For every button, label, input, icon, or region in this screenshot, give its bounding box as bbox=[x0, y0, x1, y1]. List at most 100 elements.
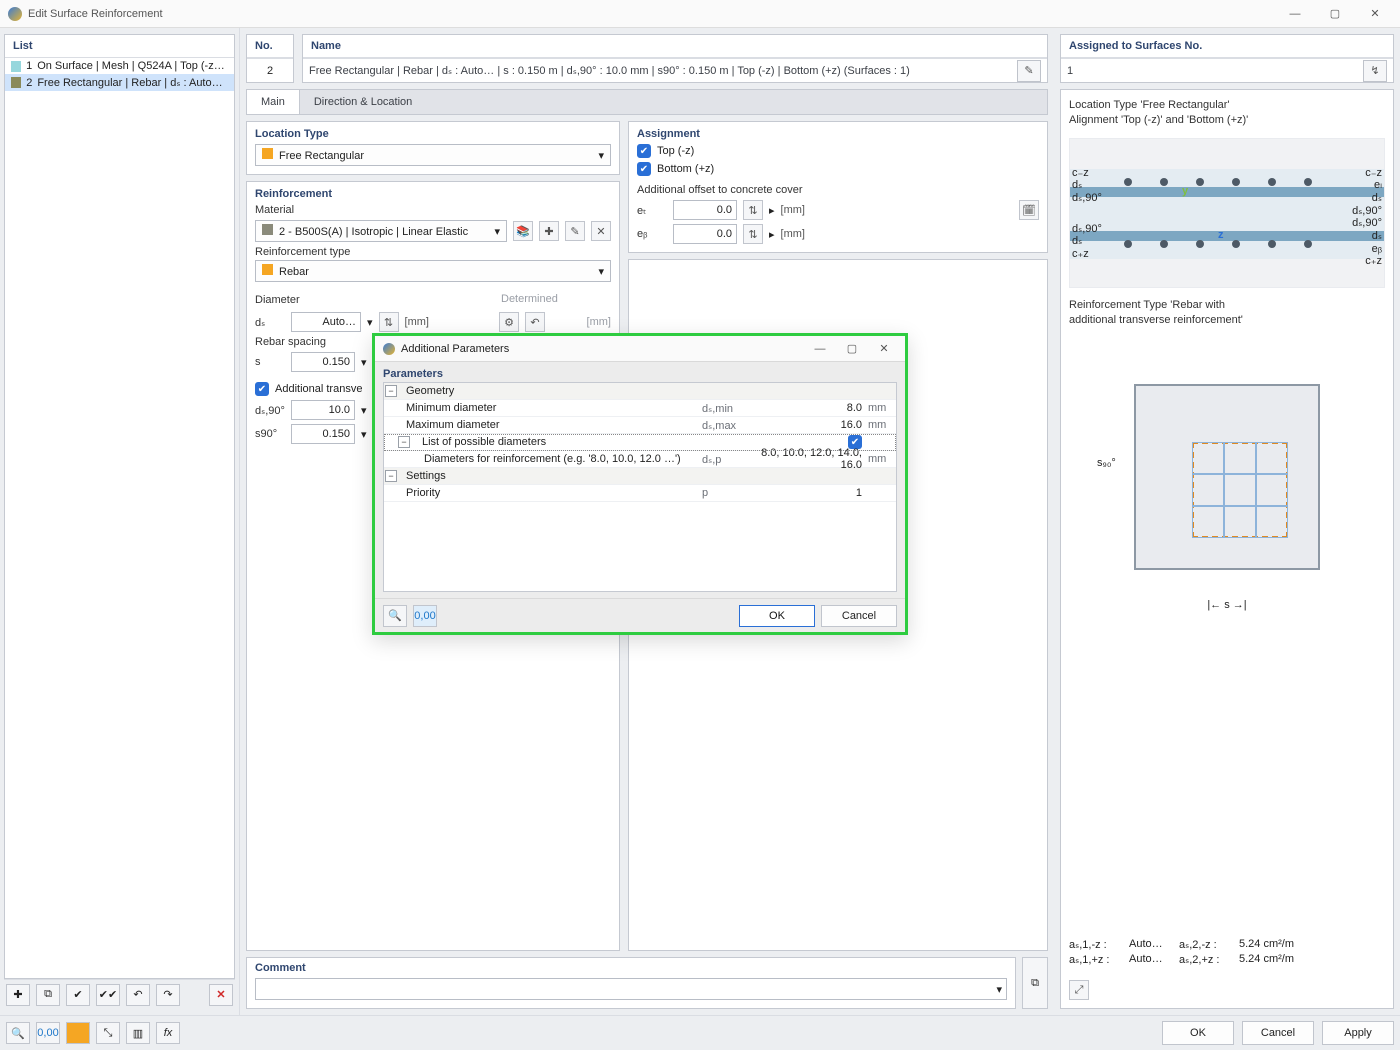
chevron-down-icon[interactable]: ▾ bbox=[361, 428, 367, 441]
apply-button[interactable]: Apply bbox=[1322, 1021, 1394, 1045]
row-diameters: Diameters for reinforcement (e.g. '8.0, … bbox=[384, 453, 702, 465]
stepper-icon[interactable]: ⇅ bbox=[743, 224, 763, 244]
collapse-icon[interactable]: − bbox=[398, 436, 410, 448]
new-icon[interactable]: ✚ bbox=[6, 984, 30, 1006]
list-index: 2 bbox=[26, 77, 32, 89]
tab-direction[interactable]: Direction & Location bbox=[300, 90, 426, 114]
undo-icon[interactable]: ↶ bbox=[126, 984, 150, 1006]
dialog-titlebar: Additional Parameters — ▢ ✕ bbox=[375, 336, 905, 362]
unit-mm: [mm] bbox=[551, 316, 611, 328]
color-icon[interactable] bbox=[66, 1022, 90, 1044]
s-input[interactable]: 0.150 bbox=[291, 352, 355, 372]
checkall-icon[interactable]: ✔✔ bbox=[96, 984, 120, 1006]
assigned-surfaces-value[interactable]: 1 bbox=[1067, 65, 1359, 77]
diameter-label: Diameter bbox=[255, 294, 495, 306]
checkbox-on-icon: ✔ bbox=[255, 382, 269, 396]
close-button[interactable]: ✕ bbox=[1358, 3, 1392, 25]
additional-params-icon[interactable]: ⚙ bbox=[499, 312, 519, 332]
no-value: 2 bbox=[247, 58, 293, 82]
preview-note-1: Location Type 'Free Rectangular'Alignmen… bbox=[1069, 98, 1385, 128]
reset-icon[interactable]: ↶ bbox=[525, 312, 545, 332]
axes-icon[interactable]: ⤡ bbox=[96, 1022, 120, 1044]
app-icon bbox=[8, 7, 22, 21]
location-type-select[interactable]: Free Rectangular ▾ bbox=[255, 144, 611, 166]
lbl-cmz: c₋z bbox=[1072, 167, 1102, 180]
pick-surface-icon[interactable]: ↯ bbox=[1363, 60, 1387, 82]
dialog-title: Additional Parameters bbox=[401, 343, 509, 355]
material-value: 2 - B500S(A) | Isotropic | Linear Elasti… bbox=[279, 226, 468, 238]
dialog-cancel-button[interactable]: Cancel bbox=[821, 605, 897, 627]
preview-icon[interactable]: 🗓 bbox=[1019, 200, 1039, 220]
min-d-value[interactable]: 8.0 bbox=[748, 402, 868, 414]
ds-value: Auto… bbox=[322, 316, 356, 328]
material-select[interactable]: 2 - B500S(A) | Isotropic | Linear Elasti… bbox=[255, 220, 507, 242]
preview-box: Location Type 'Free Rectangular'Alignmen… bbox=[1060, 89, 1394, 1009]
et-value: 0.0 bbox=[717, 204, 732, 216]
view-icon[interactable]: ▥ bbox=[126, 1022, 150, 1044]
collapse-icon[interactable]: − bbox=[385, 470, 397, 482]
minimize-button[interactable]: — bbox=[1278, 3, 1312, 25]
lbl-s90: s₉₀° bbox=[1097, 457, 1116, 469]
ds-input[interactable]: Auto… bbox=[291, 312, 361, 332]
list-toolbar: ✚ ⧉ ✔ ✔✔ ↶ ↷ ✕ bbox=[4, 979, 235, 1009]
redo-icon[interactable]: ↷ bbox=[156, 984, 180, 1006]
list-header: List bbox=[5, 35, 234, 58]
color-swatch-icon bbox=[11, 77, 21, 88]
chevron-down-icon: ▾ bbox=[598, 149, 604, 162]
priority-value[interactable]: 1 bbox=[748, 487, 868, 499]
edit-name-icon[interactable]: ✎ bbox=[1017, 60, 1041, 82]
library-icon[interactable]: 📚 bbox=[513, 221, 533, 241]
stats-icon[interactable]: ⤢ bbox=[1069, 980, 1089, 1000]
dialog-minimize-button[interactable]: — bbox=[807, 340, 833, 358]
app-icon bbox=[383, 343, 395, 355]
chevron-down-icon[interactable]: ▾ bbox=[361, 404, 367, 417]
check-icon[interactable]: ✔ bbox=[66, 984, 90, 1006]
group-settings: Settings bbox=[402, 470, 702, 482]
reinf-type-select[interactable]: Rebar ▾ bbox=[255, 260, 611, 282]
cancel-button[interactable]: Cancel bbox=[1242, 1021, 1314, 1045]
list-item[interactable]: 2 Free Rectangular | Rebar | dₛ : Auto… … bbox=[5, 74, 234, 91]
parameters-tree[interactable]: −Geometry Minimum diameterdₛ,min8.0mm Ma… bbox=[383, 382, 897, 592]
diameters-value[interactable]: 8.0, 10.0, 12.0, 14.0, 16.0 bbox=[748, 447, 868, 471]
maximize-button[interactable]: ▢ bbox=[1318, 3, 1352, 25]
top-checkbox[interactable]: ✔Top (-z) bbox=[637, 144, 1039, 158]
eb-input[interactable]: 0.0 bbox=[673, 224, 737, 244]
axis-z-label: z bbox=[1218, 229, 1224, 241]
stepper-icon[interactable]: ⇅ bbox=[379, 312, 399, 332]
units-icon[interactable]: 0,00 bbox=[36, 1022, 60, 1044]
new-material-icon[interactable]: ✚ bbox=[539, 221, 559, 241]
dialog-ok-button[interactable]: OK bbox=[739, 605, 815, 627]
assigned-surfaces-header: Assigned to Surfaces No. bbox=[1061, 35, 1393, 58]
tab-main[interactable]: Main bbox=[247, 90, 300, 114]
axis-y-label: y bbox=[1182, 185, 1188, 197]
d90-input[interactable]: 10.0 bbox=[291, 400, 355, 420]
units-icon[interactable]: 0,00 bbox=[413, 605, 437, 627]
dialog-close-button[interactable]: ✕ bbox=[871, 340, 897, 358]
stepper-icon[interactable]: ⇅ bbox=[743, 200, 763, 220]
left-panel: List 1 On Surface | Mesh | Q524A | Top (… bbox=[0, 28, 240, 1015]
fx-icon[interactable]: fx bbox=[156, 1022, 180, 1044]
copy-icon[interactable]: ⧉ bbox=[36, 984, 60, 1006]
dialog-maximize-button[interactable]: ▢ bbox=[839, 340, 865, 358]
help-icon[interactable]: 🔍 bbox=[6, 1022, 30, 1044]
help-icon[interactable]: 🔍 bbox=[383, 605, 407, 627]
list-item[interactable]: 1 On Surface | Mesh | Q524A | Top (-z) |… bbox=[5, 58, 234, 74]
reinf-type-value: Rebar bbox=[279, 266, 309, 278]
collapse-icon[interactable]: − bbox=[385, 385, 397, 397]
delete-material-icon[interactable]: ✕ bbox=[591, 221, 611, 241]
s90-input[interactable]: 0.150 bbox=[291, 424, 355, 444]
bottom-checkbox[interactable]: ✔Bottom (+z) bbox=[637, 162, 1039, 176]
comment-action-icon[interactable]: ⧉ bbox=[1022, 957, 1048, 1009]
list-box: List 1 On Surface | Mesh | Q524A | Top (… bbox=[4, 34, 235, 979]
ok-button[interactable]: OK bbox=[1162, 1021, 1234, 1045]
chevron-down-icon[interactable]: ▾ bbox=[367, 316, 373, 329]
grey-swatch-icon bbox=[262, 224, 273, 235]
edit-material-icon[interactable]: ✎ bbox=[565, 221, 585, 241]
max-d-value[interactable]: 16.0 bbox=[748, 419, 868, 431]
delete-icon[interactable]: ✕ bbox=[209, 984, 233, 1006]
et-input[interactable]: 0.0 bbox=[673, 200, 737, 220]
bottom-label: Bottom (+z) bbox=[657, 163, 714, 175]
comment-select[interactable]: ▾ bbox=[255, 978, 1007, 1000]
name-value: Free Rectangular | Rebar | dₛ : Auto… | … bbox=[309, 64, 1013, 77]
chevron-down-icon[interactable]: ▾ bbox=[361, 356, 367, 369]
